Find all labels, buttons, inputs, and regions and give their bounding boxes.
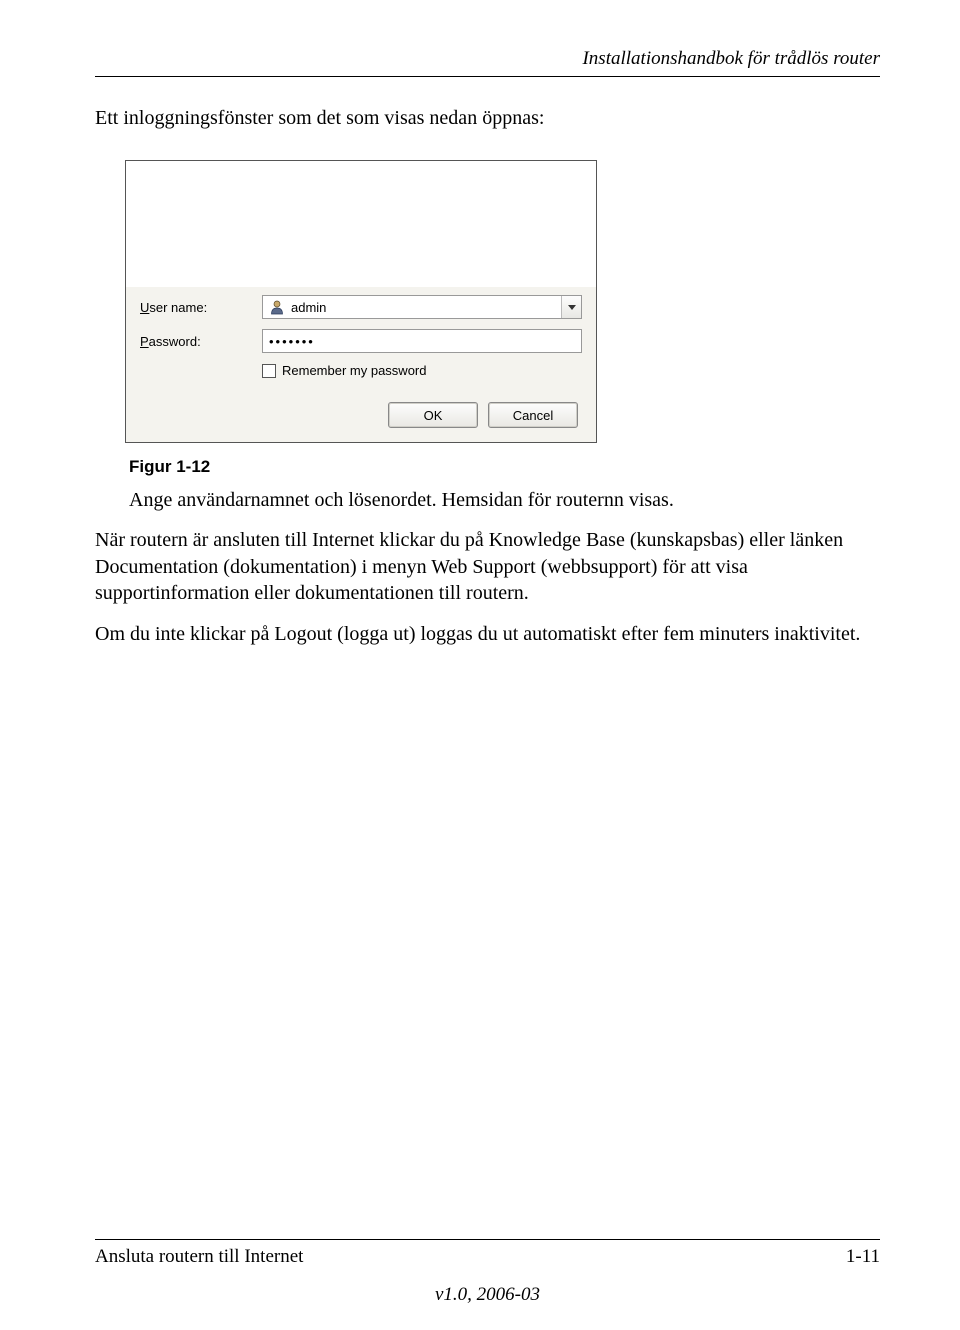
footer-version: v1.0, 2006-03 xyxy=(95,1284,880,1306)
password-value: ••••••• xyxy=(269,334,315,349)
remember-checkbox[interactable] xyxy=(262,364,276,378)
password-input[interactable]: ••••••• xyxy=(262,329,582,353)
paragraph-3: Om du inte klickar på Logout (logga ut) … xyxy=(95,621,880,647)
user-icon xyxy=(269,299,285,315)
page-footer: Ansluta routern till Internet 1-11 v1.0,… xyxy=(0,1239,960,1306)
login-dialog: User name: admin Password: ••••••• Remem… xyxy=(125,160,597,443)
dialog-banner xyxy=(126,161,596,287)
intro-paragraph: Ett inloggningsfönster som det som visas… xyxy=(95,107,880,130)
username-label: User name: xyxy=(140,300,262,315)
remember-label: Remember my password xyxy=(282,363,427,378)
document-header: Installationshandbok för trådlös router xyxy=(95,48,880,77)
paragraph-1: Ange användarnamnet och lösenordet. Hems… xyxy=(129,487,880,513)
username-input[interactable]: admin xyxy=(262,295,582,319)
paragraph-2: När routern är ansluten till Internet kl… xyxy=(95,527,880,606)
chevron-down-icon[interactable] xyxy=(561,296,581,318)
cancel-button[interactable]: Cancel xyxy=(488,402,578,428)
page-number: 1-11 xyxy=(846,1246,880,1268)
footer-section-title: Ansluta routern till Internet xyxy=(95,1246,303,1268)
figure-caption: Figur 1-12 xyxy=(129,457,880,477)
password-label: Password: xyxy=(140,334,262,349)
ok-button[interactable]: OK xyxy=(388,402,478,428)
username-value: admin xyxy=(291,300,326,315)
